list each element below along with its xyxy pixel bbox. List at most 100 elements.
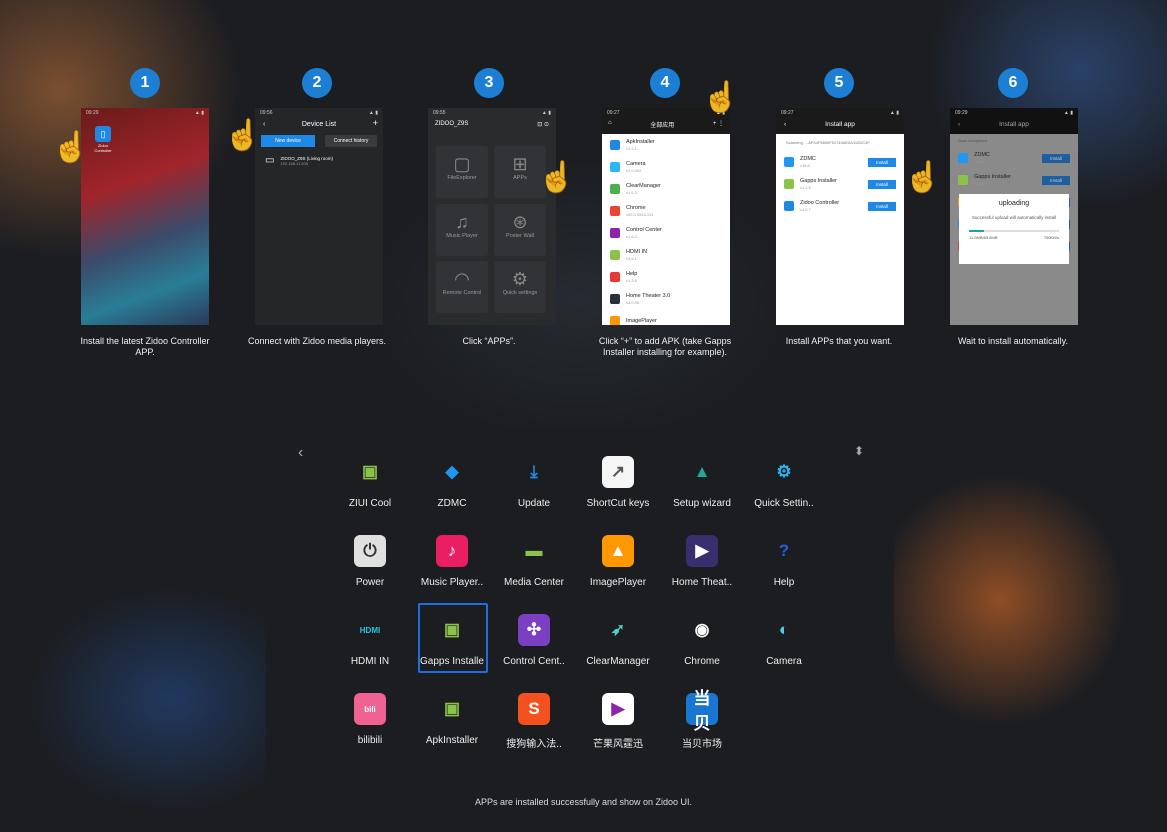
help-icon: ?	[768, 535, 800, 567]
app-tile[interactable]: ▬ Media Center	[494, 535, 574, 588]
zidoo-controller-app[interactable]: ▯ Zidoo Controller	[93, 126, 113, 153]
list-item[interactable]: Help v1.3.5	[602, 266, 730, 288]
app-label: ApkInstaller	[425, 735, 479, 746]
list-item[interactable]: Camera v2.0.002	[602, 156, 730, 178]
app-tile[interactable]: ▶ Home Theat..	[662, 535, 742, 588]
app-tile[interactable]: ⚙ Quick Settin..	[744, 456, 824, 509]
install-button[interactable]: Install	[868, 179, 896, 189]
app-tile[interactable]: ◆ ZDMC	[412, 456, 492, 509]
device-row[interactable]: ▭ ZIDOO_Z9S (Living room) 192.168.11.205	[255, 151, 383, 170]
app-tile[interactable]: ➶ ClearManager	[578, 614, 658, 667]
install-button[interactable]: Install	[1042, 175, 1070, 185]
back-arrow-icon[interactable]: ‹	[298, 444, 303, 462]
install-header: ‹ Install app	[950, 118, 1078, 134]
device-selector[interactable]: ZIDOO_Z9S	[435, 121, 468, 128]
list-item[interactable]: ImagePlayer	[602, 310, 730, 325]
scan-label: Scanning:	[786, 140, 804, 145]
app-label: Quick Settin..	[754, 498, 814, 509]
app-tile[interactable]: ▣ ApkInstaller	[412, 693, 492, 746]
add-icon[interactable]: +	[373, 118, 378, 128]
sort-icon[interactable]: ⬍	[854, 444, 864, 458]
app-version: v2.0.002	[626, 168, 642, 173]
list-item[interactable]: ApkInstaller v1.3.1	[602, 134, 730, 156]
status-time: 09:29	[86, 110, 99, 116]
app-icon	[610, 140, 620, 150]
status-time: 09:55	[433, 110, 446, 116]
new-device-button[interactable]: New device	[261, 135, 315, 147]
app-tile[interactable]: 当贝 当贝市场	[662, 689, 742, 750]
app-tile[interactable]: ⤓ Update	[494, 456, 574, 509]
app-tile[interactable]: ? Help	[744, 535, 824, 588]
step-number: 5	[824, 68, 854, 98]
back-icon[interactable]: ‹	[784, 121, 786, 128]
app-name: Zidoo Controller	[800, 200, 840, 206]
app-tile[interactable]: ▲ Setup wizard	[662, 456, 742, 509]
tile-remote-control[interactable]: ◠ Remote Control	[436, 261, 488, 313]
step-number: 3	[474, 68, 504, 98]
install-button[interactable]: Install	[868, 157, 896, 167]
tile-poster-wall[interactable]: ⊛ Poster Wall	[494, 204, 546, 256]
tap-hand-icon: ☝	[702, 81, 740, 114]
app-tile[interactable]: ▣ Gapps Installe	[412, 614, 492, 667]
app-version: v1.2.6	[800, 185, 811, 190]
app-tile[interactable]: ◐ Camera	[744, 614, 824, 667]
tap-hand-icon: ☝	[538, 161, 576, 194]
dangbei-icon: 当贝	[686, 689, 718, 733]
device-name: ZIDOO_Z9S (Living room)	[280, 155, 333, 161]
back-icon[interactable]: ‹	[263, 121, 265, 128]
phone-screenshot-2: 09:56 ▲ ▮ ‹ Device List + New device Conn…	[255, 108, 383, 325]
tile-quick-settings[interactable]: ⚙ Quick settings	[494, 261, 546, 313]
app-tile[interactable]: ▶ 芒果风霆迅	[578, 693, 658, 750]
connect-history-button[interactable]: Connect history	[325, 135, 377, 147]
app-tile[interactable]: ✣ Control Cent..	[494, 614, 574, 667]
app-icon	[610, 272, 620, 282]
app-name: Control Center	[626, 227, 662, 233]
app-label: ImagePlayer	[589, 577, 647, 588]
install-button[interactable]: Install	[1042, 153, 1070, 163]
header-icons[interactable]: ⊡ ⊙	[537, 121, 549, 128]
app-tile[interactable]: ↗ ShortCut keys	[578, 456, 658, 509]
app-label: Help	[773, 577, 795, 588]
app-icon	[610, 206, 620, 216]
list-item[interactable]: Chrome v92.0.4515.131	[602, 200, 730, 222]
upload-dialog: uploading Successful upload will automat…	[959, 194, 1069, 264]
step-badge-1: 1	[70, 68, 220, 98]
app-label: Zidoo Controller	[94, 143, 112, 153]
tap-hand-icon: ☝	[224, 119, 262, 152]
list-item[interactable]: ClearManager v1.6.3	[602, 178, 730, 200]
home-icon[interactable]: ⌂	[608, 120, 612, 129]
app-tile[interactable]: ▣ ZIUI Cool	[330, 456, 410, 509]
add-icon[interactable]: + ⋮	[713, 120, 724, 129]
list-item[interactable]: HDMI IN v4.6.1	[602, 244, 730, 266]
list-item: Zidoo Controllerv1.6.7 Install	[776, 195, 904, 217]
app-version: v4.6.1	[626, 256, 637, 261]
app-tile[interactable]: ▲ ImagePlayer	[578, 535, 658, 588]
app-tile[interactable]: bili bilibili	[330, 693, 410, 746]
app-label: 搜狗输入法..	[506, 739, 562, 750]
app-tile[interactable]: ♪ Music Player..	[412, 535, 492, 588]
list-item[interactable]: Home Theater 3.0 v3.0.05	[602, 288, 730, 310]
status-icons: ▲ ▮	[1063, 110, 1073, 116]
app-tile[interactable]: ⏻ Power	[330, 535, 410, 588]
install-button[interactable]: Install	[868, 201, 896, 211]
film-reel-icon: ⊛	[512, 212, 528, 232]
list-item[interactable]: Control Center v1.6.2	[602, 222, 730, 244]
app-tile[interactable]: ◉ Chrome	[662, 614, 742, 667]
back-icon[interactable]: ‹	[958, 121, 960, 128]
app-name: ApkInstaller	[626, 139, 655, 145]
folder-icon: ▬	[518, 535, 550, 567]
app-name: ZDMC	[974, 152, 990, 158]
shortcut-icon: ↗	[602, 456, 634, 488]
device-list-header: ‹ Device List +	[255, 118, 383, 131]
tv-icon: ▭	[265, 155, 275, 166]
tile-fileexplorer[interactable]: ▢ FileExplorer	[436, 146, 488, 198]
app-name: Gapps Installer	[800, 178, 837, 184]
app-version: v3.0.05	[626, 300, 640, 305]
app-tile[interactable]: S 搜狗输入法..	[494, 693, 574, 750]
phone-screenshot-6: 09:29 ▲ ▮ ‹ Install app Scan completed ZDM…	[950, 108, 1078, 325]
app-tile[interactable]: HDMI HDMI IN	[330, 614, 410, 667]
list-item: Gapps Installer v1.2.6 Install	[950, 169, 1078, 191]
app-name: Camera	[626, 161, 646, 167]
status-time: 09:29	[955, 110, 968, 116]
tile-music-player[interactable]: ♫ Music Player	[436, 204, 488, 256]
